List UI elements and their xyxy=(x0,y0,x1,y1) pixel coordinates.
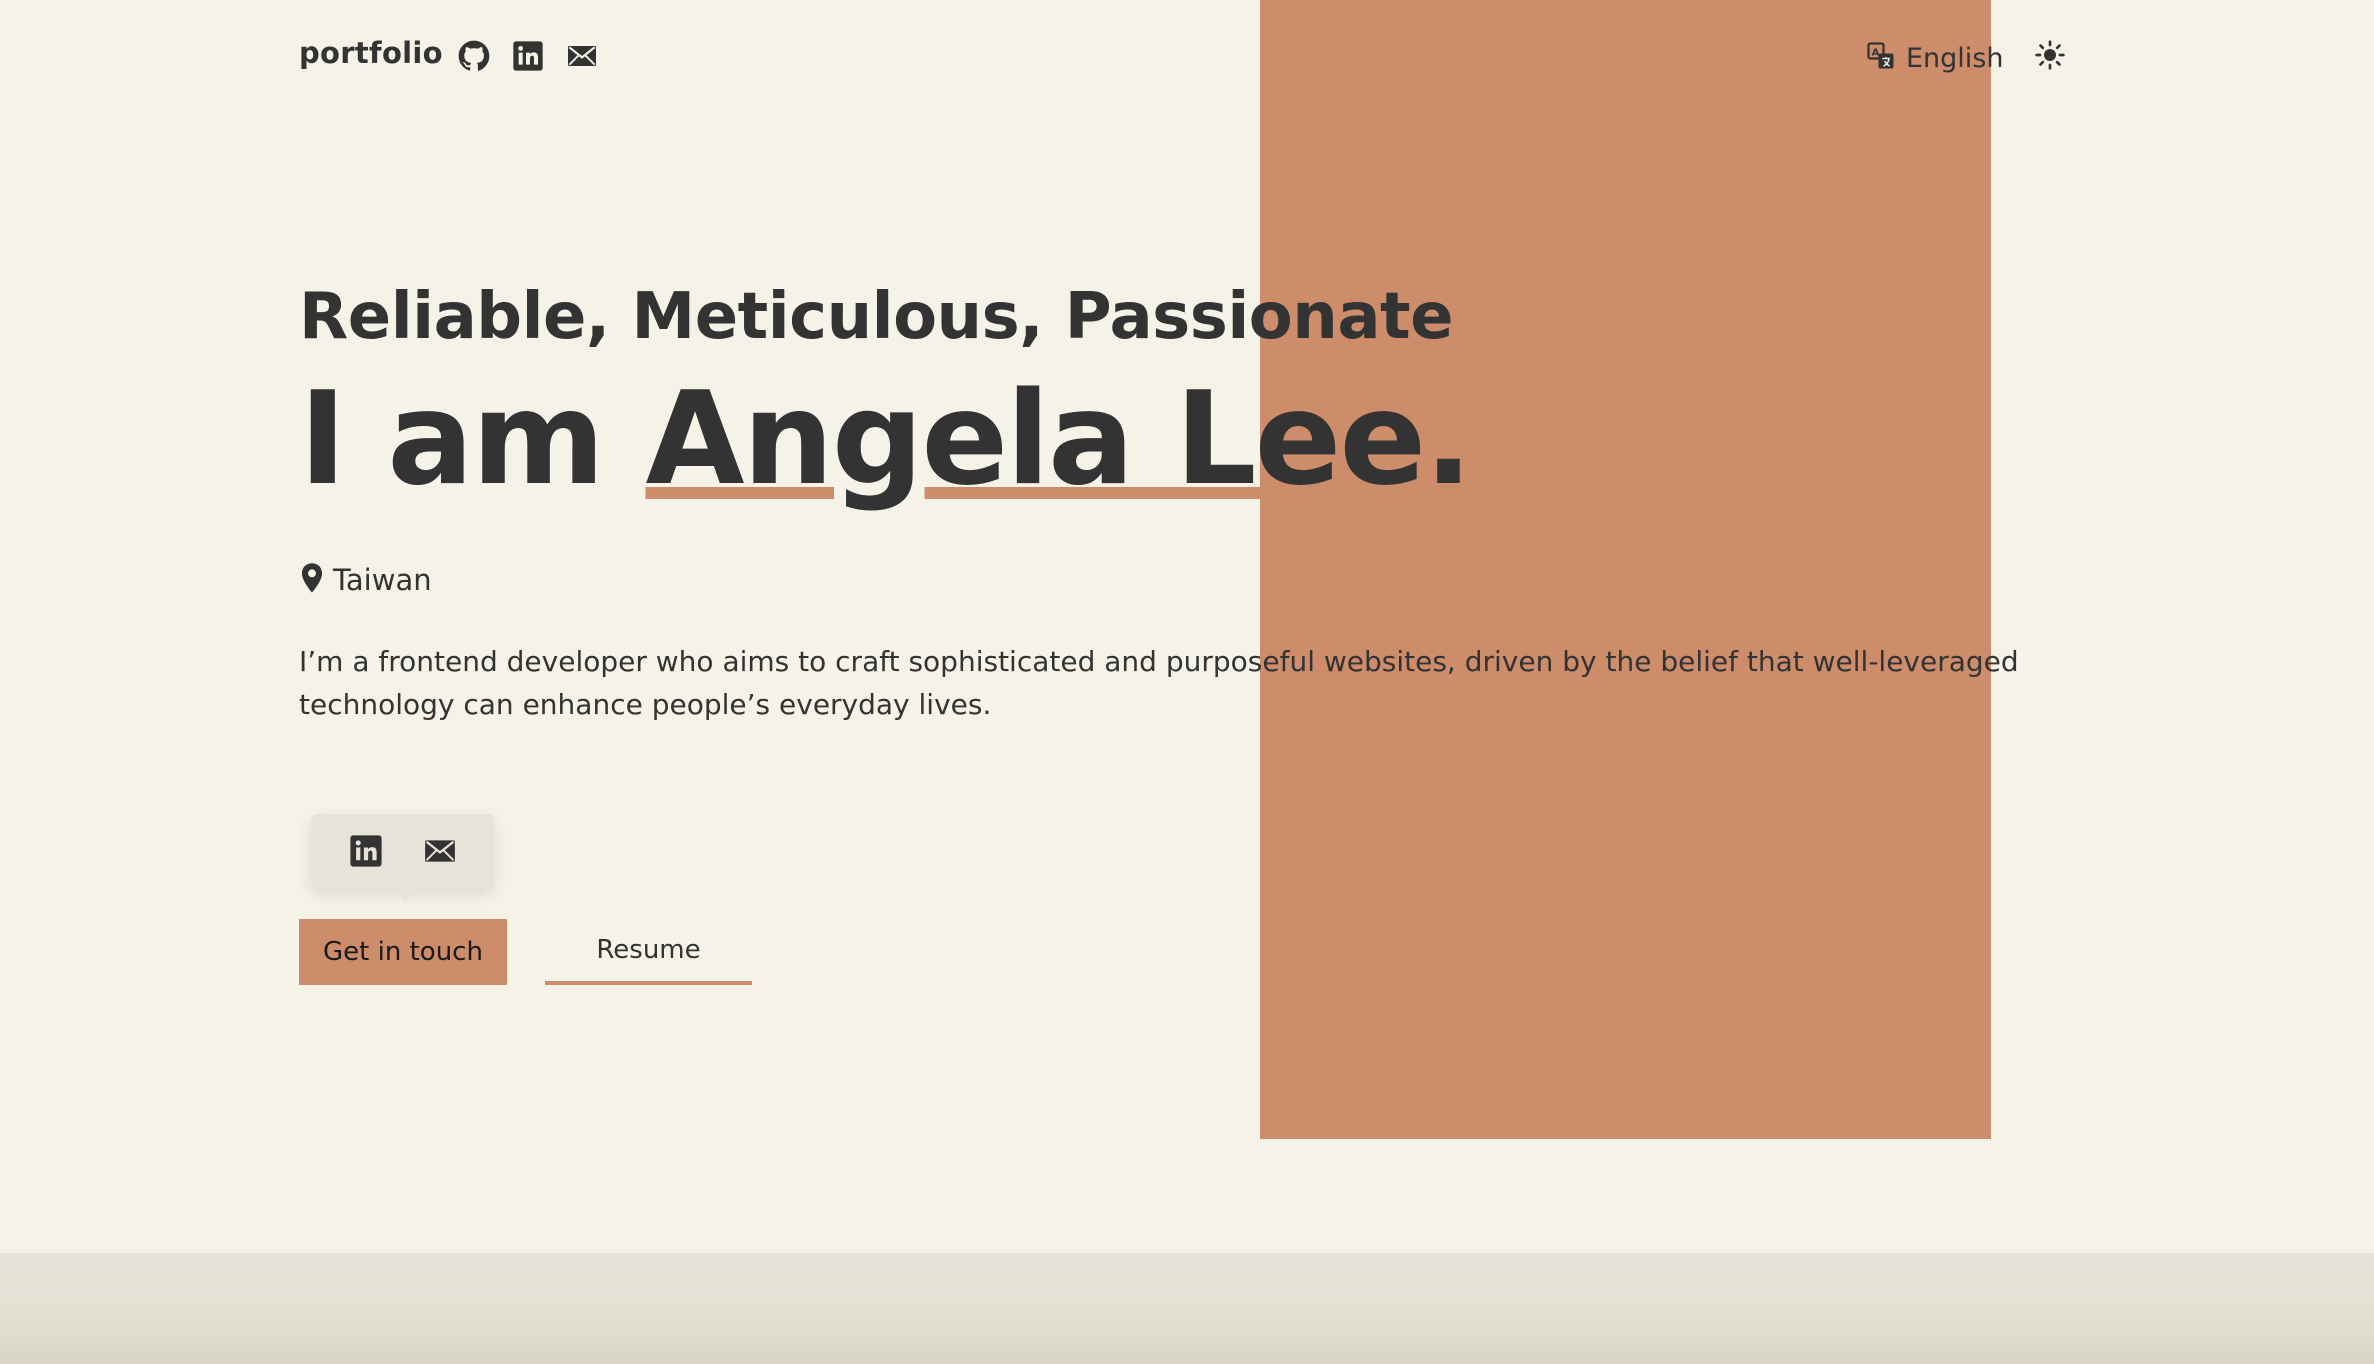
resume-button[interactable]: Resume xyxy=(545,919,752,985)
github-icon[interactable] xyxy=(456,38,492,74)
accent-block xyxy=(1260,0,1991,1139)
contact-tooltip xyxy=(311,814,494,902)
linkedin-icon[interactable] xyxy=(510,38,546,74)
tagline: Reliable, Meticulous, Passionate xyxy=(299,280,1454,354)
footer-band xyxy=(0,1253,2374,1364)
svg-text:A: A xyxy=(1872,47,1880,58)
location: Taiwan xyxy=(299,562,432,598)
mail-icon[interactable] xyxy=(422,833,458,869)
language-selector[interactable]: A English xyxy=(1866,38,2004,78)
header: portfolio A English xyxy=(0,0,2374,115)
language-label: English xyxy=(1906,42,2004,74)
linkedin-icon[interactable] xyxy=(348,833,384,869)
intro-prefix: I am xyxy=(299,365,646,514)
map-pin-icon xyxy=(299,562,325,598)
bio-text: I’m a frontend developer who aims to cra… xyxy=(299,645,2019,721)
translate-icon: A xyxy=(1866,41,1896,75)
hero-heading: I am Angela Lee. xyxy=(299,370,1473,510)
sun-icon xyxy=(2034,39,2066,75)
page: portfolio A English Reliable, Meticulous… xyxy=(0,0,2374,1364)
get-in-touch-button[interactable]: Get in touch xyxy=(299,919,507,985)
intro-suffix: . xyxy=(1424,365,1473,514)
brand-logo[interactable]: portfolio xyxy=(299,36,443,70)
hero-name: Angela Lee xyxy=(645,365,1427,514)
location-text: Taiwan xyxy=(333,563,432,597)
theme-toggle[interactable] xyxy=(2030,37,2070,77)
mail-icon[interactable] xyxy=(564,38,600,74)
